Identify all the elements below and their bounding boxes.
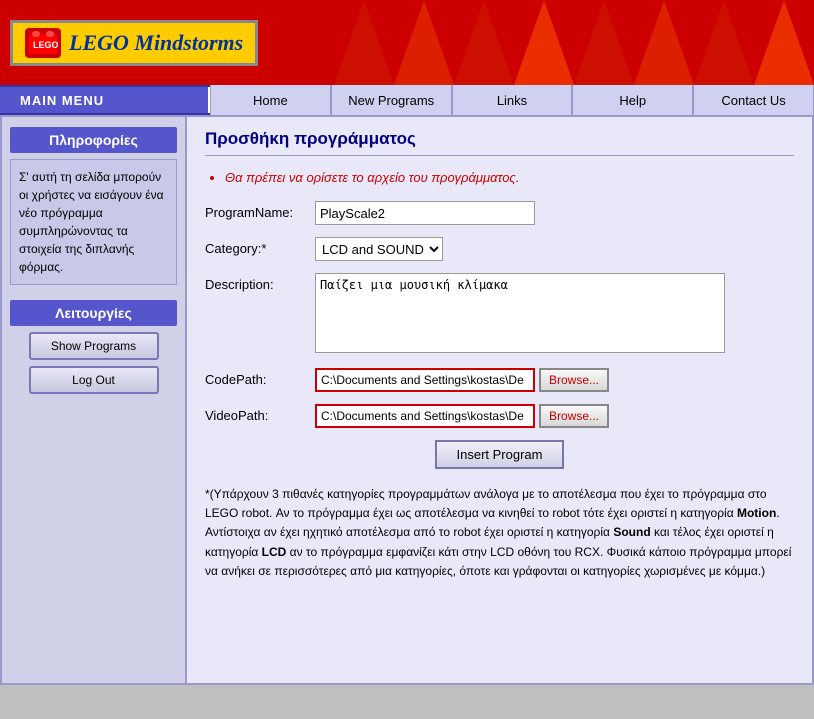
category-label: Category:* <box>205 237 315 256</box>
nav-item-new-programs[interactable]: New Programs <box>331 85 452 115</box>
info-section-title: Πληροφορίες <box>10 127 177 153</box>
nav-item-help[interactable]: Help <box>572 85 693 115</box>
logo-container: LEGO LEGO Mindstorms <box>10 20 258 66</box>
info-text: Σ' αυτή τη σελίδα μπορούν οι χρήστες να … <box>10 159 177 285</box>
footer-note: *(Υπάρχουν 3 πιθανές κατηγορίες προγραμμ… <box>205 485 794 581</box>
category-row: Category:* LCD and SOUND Motion Sound LC… <box>205 237 794 261</box>
lego-icon: LEGO <box>25 28 61 58</box>
logout-button[interactable]: Log Out <box>29 366 159 394</box>
main-area: Πληροφορίες Σ' αυτή τη σελίδα μπορούν οι… <box>0 115 814 685</box>
error-message: Θα πρέπει να ορίσετε το αρχείο του προγρ… <box>225 170 794 185</box>
logo-text: LEGO Mindstorms <box>69 30 243 56</box>
page-title: Προσθήκη προγράμματος <box>205 129 794 156</box>
description-textarea[interactable] <box>315 273 725 353</box>
insert-row: Insert Program <box>205 440 794 469</box>
code-path-inputs: Browse... <box>315 368 609 392</box>
main-menu-label: MAIN MENU <box>0 87 210 113</box>
description-wrapper <box>315 273 725 356</box>
program-name-input[interactable] <box>315 201 535 225</box>
browse-video-button[interactable]: Browse... <box>539 404 609 428</box>
program-name-row: ProgramName: <box>205 201 794 225</box>
insert-program-button[interactable]: Insert Program <box>435 440 565 469</box>
show-programs-button[interactable]: Show Programs <box>29 332 159 360</box>
category-select[interactable]: LCD and SOUND Motion Sound LCD <box>315 237 443 261</box>
svg-text:LEGO: LEGO <box>33 40 58 50</box>
program-name-label: ProgramName: <box>205 201 315 220</box>
header: LEGO LEGO Mindstorms <box>0 0 814 85</box>
code-path-label: CodePath: <box>205 368 315 387</box>
code-path-row: CodePath: Browse... <box>205 368 794 392</box>
motion-text: Motion <box>737 506 776 520</box>
video-path-row: VideoPath: Browse... <box>205 404 794 428</box>
code-path-input[interactable] <box>315 368 535 392</box>
nav-item-links[interactable]: Links <box>452 85 573 115</box>
description-row: Description: <box>205 273 794 356</box>
sidebar: Πληροφορίες Σ' αυτή τη σελίδα μπορούν οι… <box>2 117 187 683</box>
content-area: Προσθήκη προγράμματος Θα πρέπει να ορίσε… <box>187 117 812 683</box>
video-path-label: VideoPath: <box>205 404 315 423</box>
nav-item-home[interactable]: Home <box>210 85 331 115</box>
video-path-input[interactable] <box>315 404 535 428</box>
operations-section-title: Λειτουργίες <box>10 300 177 326</box>
description-label: Description: <box>205 273 315 292</box>
video-path-inputs: Browse... <box>315 404 609 428</box>
nav-item-contact-us[interactable]: Contact Us <box>693 85 814 115</box>
browse-code-button[interactable]: Browse... <box>539 368 609 392</box>
error-box: Θα πρέπει να ορίσετε το αρχείο του προγρ… <box>205 170 794 185</box>
lcd-text: LCD <box>262 545 287 559</box>
nav-items: Home New Programs Links Help Contact Us <box>210 85 814 115</box>
sound-text: Sound <box>613 525 650 539</box>
navigation-bar: MAIN MENU Home New Programs Links Help C… <box>0 85 814 115</box>
header-decoration <box>314 0 814 85</box>
